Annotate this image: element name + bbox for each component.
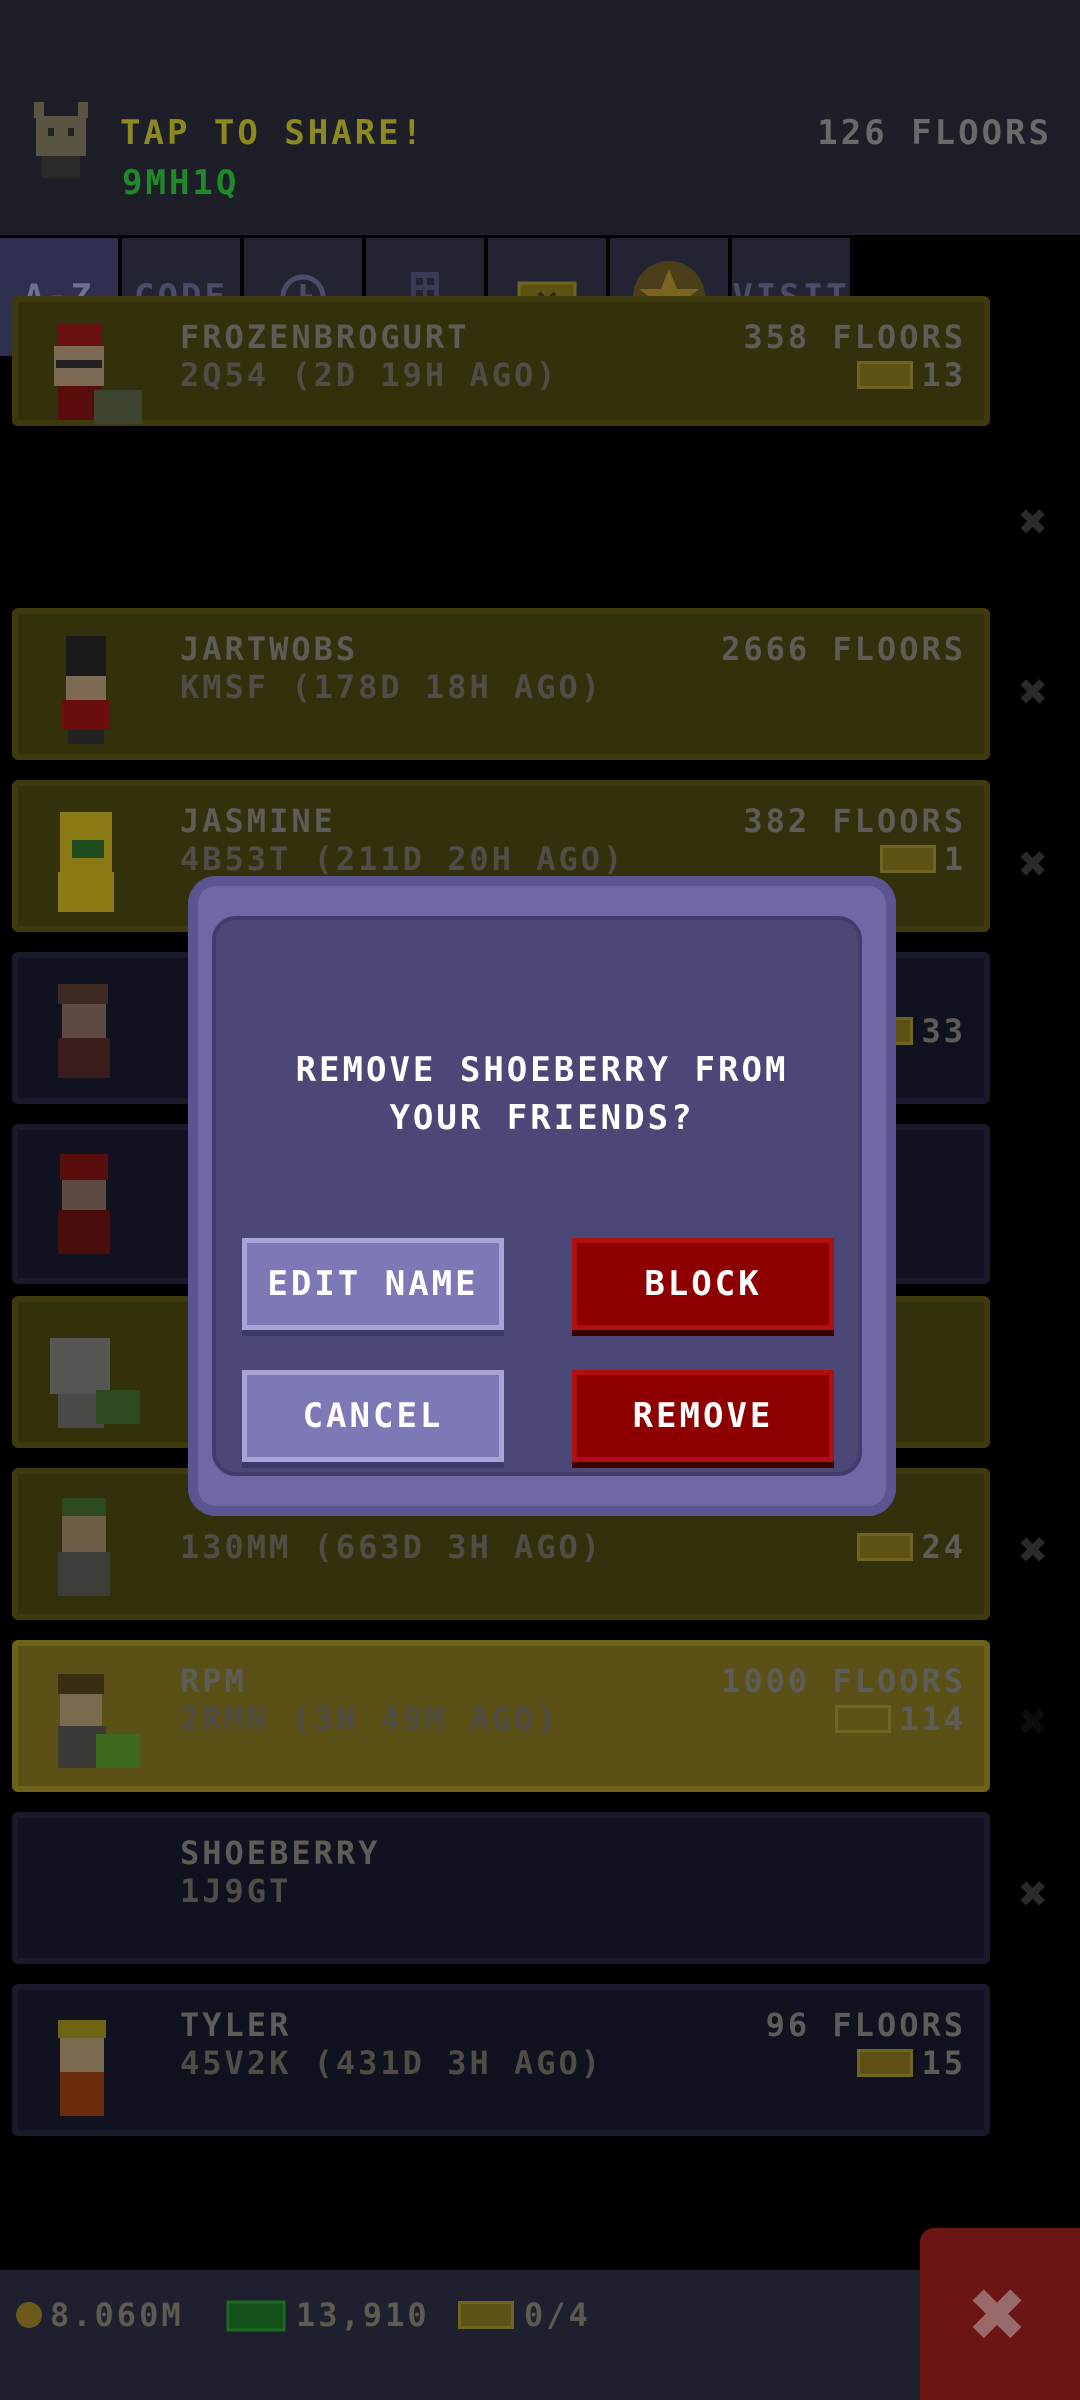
ticket-icon <box>857 1533 914 1561</box>
friend-avatar-icon <box>58 812 114 912</box>
friend-name: JASMINE <box>180 802 336 840</box>
remove-friend-dialog: REMOVE SHOEBERRY FROM YOUR FRIENDS? EDIT… <box>188 876 896 1516</box>
friend-avatar-icon <box>58 1498 110 1596</box>
friend-code-activity: 2Q54 (2D 19H AGO) <box>180 356 559 394</box>
dialog-title-line2: YOUR FRIENDS? <box>389 1098 695 1138</box>
friend-avatar-icon <box>58 1154 110 1254</box>
friend-avatar-icon <box>62 636 110 744</box>
ticket-count: 114 <box>899 1700 966 1738</box>
list-item[interactable]: TYLER 45V2K (431D 3H AGO) 96 FLOORS 15 <box>12 1984 990 2136</box>
player-avatar-icon <box>34 102 88 178</box>
friend-tickets: 1 <box>879 840 966 878</box>
coin-icon <box>16 2302 42 2328</box>
friend-code-activity: KMSF (178D 18H AGO) <box>180 668 604 706</box>
bux-balance: 13,910 <box>226 2296 430 2334</box>
friend-floors: 96 FLOORS <box>765 2006 966 2044</box>
list-item[interactable]: JARTWOBS KMSF (178D 18H AGO) 2666 FLOORS <box>12 608 990 760</box>
friend-name: TYLER <box>180 2006 292 2044</box>
ticket-count: 33 <box>921 1012 966 1050</box>
ticket-icon <box>857 2049 914 2077</box>
ticket-icon <box>835 1705 892 1733</box>
friend-floors: 2666 FLOORS <box>721 630 966 668</box>
tickets-value: 0/4 <box>524 2296 591 2334</box>
friend-tickets: 15 <box>857 2044 966 2082</box>
friend-name: FROZENBROGURT <box>180 318 470 356</box>
remove-button[interactable]: REMOVE <box>572 1370 834 1462</box>
friend-tickets: 114 <box>835 1700 966 1738</box>
tap-to-share-link[interactable]: TAP TO SHARE! <box>120 113 425 153</box>
list-item[interactable]: SHOEBERRY 1J9GT <box>12 1812 990 1964</box>
bux-value: 13,910 <box>296 2296 430 2334</box>
friend-code-activity: 130MM (663D 3H AGO) <box>180 1528 604 1566</box>
dialog-title-line1: REMOVE SHOEBERRY FROM <box>295 1050 789 1090</box>
friend-avatar-icon <box>54 324 142 424</box>
friend-code-activity: 45V2K (431D 3H AGO) <box>180 2044 604 2082</box>
close-icon[interactable]: ✖ <box>920 2228 1080 2400</box>
remove-friend-icon[interactable]: ✖ <box>1000 1866 1070 1922</box>
friend-name: RPM <box>180 1662 247 1700</box>
remove-friend-icon[interactable]: ✖ <box>1000 494 1070 550</box>
player-code: 9MH1Q <box>122 163 240 203</box>
friend-name: SHOEBERRY <box>180 1834 381 1872</box>
dialog-title: REMOVE SHOEBERRY FROM YOUR FRIENDS? <box>188 1046 896 1142</box>
ticket-count: 1 <box>943 840 966 878</box>
tickets-balance: 0/4 <box>458 2296 591 2334</box>
friend-code-activity: 1J9GT <box>180 1872 292 1910</box>
remove-friend-icon[interactable]: ✖ <box>1000 1522 1070 1578</box>
coins-balance: 8.060M <box>14 2296 184 2334</box>
friend-tickets: 24 <box>857 1528 966 1566</box>
list-item[interactable]: FROZENBROGURT 2Q54 (2D 19H AGO) 358 FLOO… <box>12 296 990 426</box>
list-item[interactable]: RPM 2RMN (3H 49M AGO) 1000 FLOORS 114 <box>12 1640 990 1792</box>
player-floor-count: 126 FLOORS <box>817 113 1052 153</box>
ticket-count: 15 <box>921 2044 966 2082</box>
friend-avatar-icon <box>58 2020 106 2116</box>
friend-floors: 382 FLOORS <box>743 802 966 840</box>
friend-code-activity: 4B53T (211D 20H AGO) <box>180 840 626 878</box>
ticket-icon <box>879 845 936 873</box>
remove-friend-icon[interactable]: ✖ <box>1000 836 1070 892</box>
friend-code-activity: 2RMN (3H 49M AGO) <box>180 1700 559 1738</box>
friend-avatar-icon <box>58 1674 140 1768</box>
remove-friend-icon[interactable]: ✖ <box>1000 1694 1070 1750</box>
friend-avatar-icon <box>50 1338 140 1428</box>
block-button[interactable]: BLOCK <box>572 1238 834 1330</box>
remove-friend-icon[interactable]: ✖ <box>1000 664 1070 720</box>
currency-bar <box>0 2270 1080 2400</box>
friend-floors: 1000 FLOORS <box>721 1662 966 1700</box>
cancel-button[interactable]: CANCEL <box>242 1370 504 1462</box>
friend-avatar-icon <box>58 984 110 1078</box>
ticket-icon <box>857 361 914 389</box>
coins-value: 8.060M <box>50 2296 184 2334</box>
ticket-icon <box>458 2301 514 2329</box>
friend-name: JARTWOBS <box>180 630 359 668</box>
ticket-count: 24 <box>921 1528 966 1566</box>
friend-tickets: 13 <box>857 356 966 394</box>
edit-name-button[interactable]: EDIT NAME <box>242 1238 504 1330</box>
bux-icon <box>226 2300 286 2332</box>
friend-floors: 358 FLOORS <box>743 318 966 356</box>
ticket-count: 13 <box>921 356 966 394</box>
